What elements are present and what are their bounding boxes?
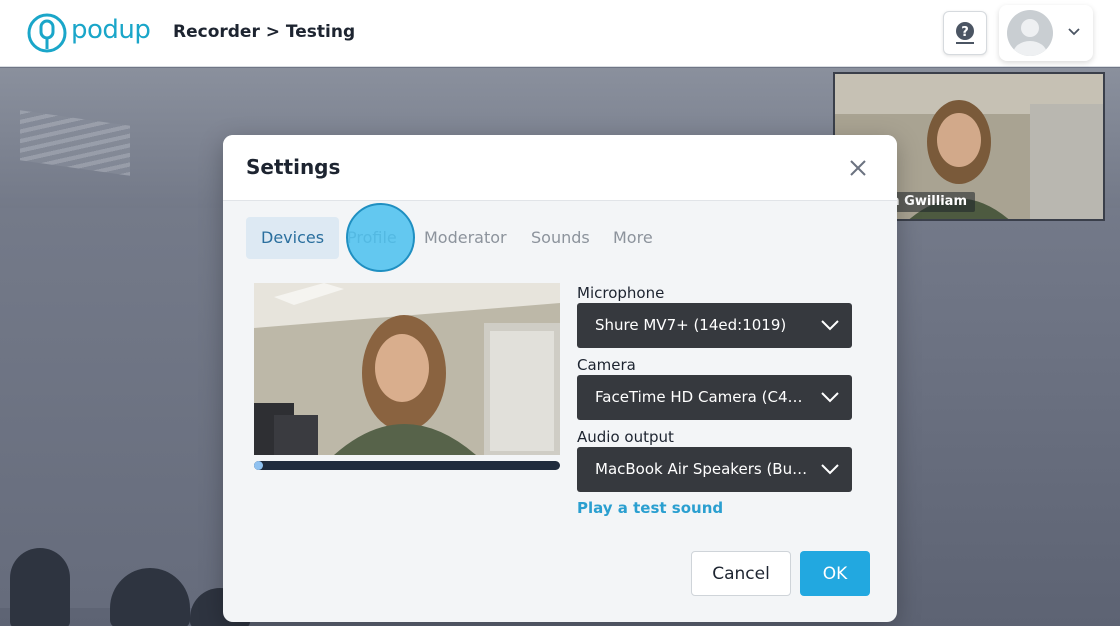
camera-value: FaceTime HD Camera (C4E1... <box>595 388 810 406</box>
chevron-down-icon <box>821 320 839 331</box>
tab-more[interactable]: More <box>598 217 668 259</box>
camera-select[interactable]: FaceTime HD Camera (C4E1... <box>577 375 852 420</box>
camera-preview <box>254 283 560 455</box>
podup-logo-icon <box>27 13 67 53</box>
camera-label: Camera <box>577 356 636 374</box>
help-icon: ? <box>956 22 974 44</box>
close-icon[interactable] <box>845 155 871 181</box>
breadcrumb: Recorder > Testing <box>173 22 356 42</box>
tab-moderator[interactable]: Moderator <box>409 217 522 259</box>
tab-devices[interactable]: Devices <box>246 217 340 259</box>
microphone-select[interactable]: Shure MV7+ (14ed:1019) <box>577 303 852 348</box>
brand-name: podup <box>71 15 151 45</box>
account-menu-button[interactable] <box>999 5 1093 61</box>
chevron-down-icon <box>1068 28 1080 36</box>
ok-button[interactable]: OK <box>800 551 870 596</box>
dialog-header: Settings <box>223 135 897 201</box>
microphone-label: Microphone <box>577 284 665 302</box>
cancel-button[interactable]: Cancel <box>691 551 791 596</box>
mic-level-fill <box>254 461 263 470</box>
dialog-title: Settings <box>246 155 341 179</box>
svg-text:?: ? <box>961 25 969 40</box>
mic-level-meter <box>254 461 560 470</box>
audio-output-value: MacBook Air Speakers (Built... <box>595 460 810 478</box>
help-button[interactable]: ? <box>943 11 987 55</box>
click-indicator <box>346 203 415 272</box>
microphone-value: Shure MV7+ (14ed:1019) <box>595 316 787 334</box>
chevron-down-icon <box>821 392 839 403</box>
avatar-icon <box>1007 10 1053 56</box>
audio-output-select[interactable]: MacBook Air Speakers (Built... <box>577 447 852 492</box>
app-header: podup Recorder > Testing ? <box>0 0 1120 67</box>
tab-sounds[interactable]: Sounds <box>516 217 605 259</box>
podup-logo[interactable]: podup <box>26 12 151 54</box>
audio-output-label: Audio output <box>577 428 674 446</box>
settings-dialog: Settings Devices Profile Moderator Sound… <box>223 135 897 622</box>
chevron-down-icon <box>821 464 839 475</box>
play-test-sound-link[interactable]: Play a test sound <box>577 499 723 517</box>
